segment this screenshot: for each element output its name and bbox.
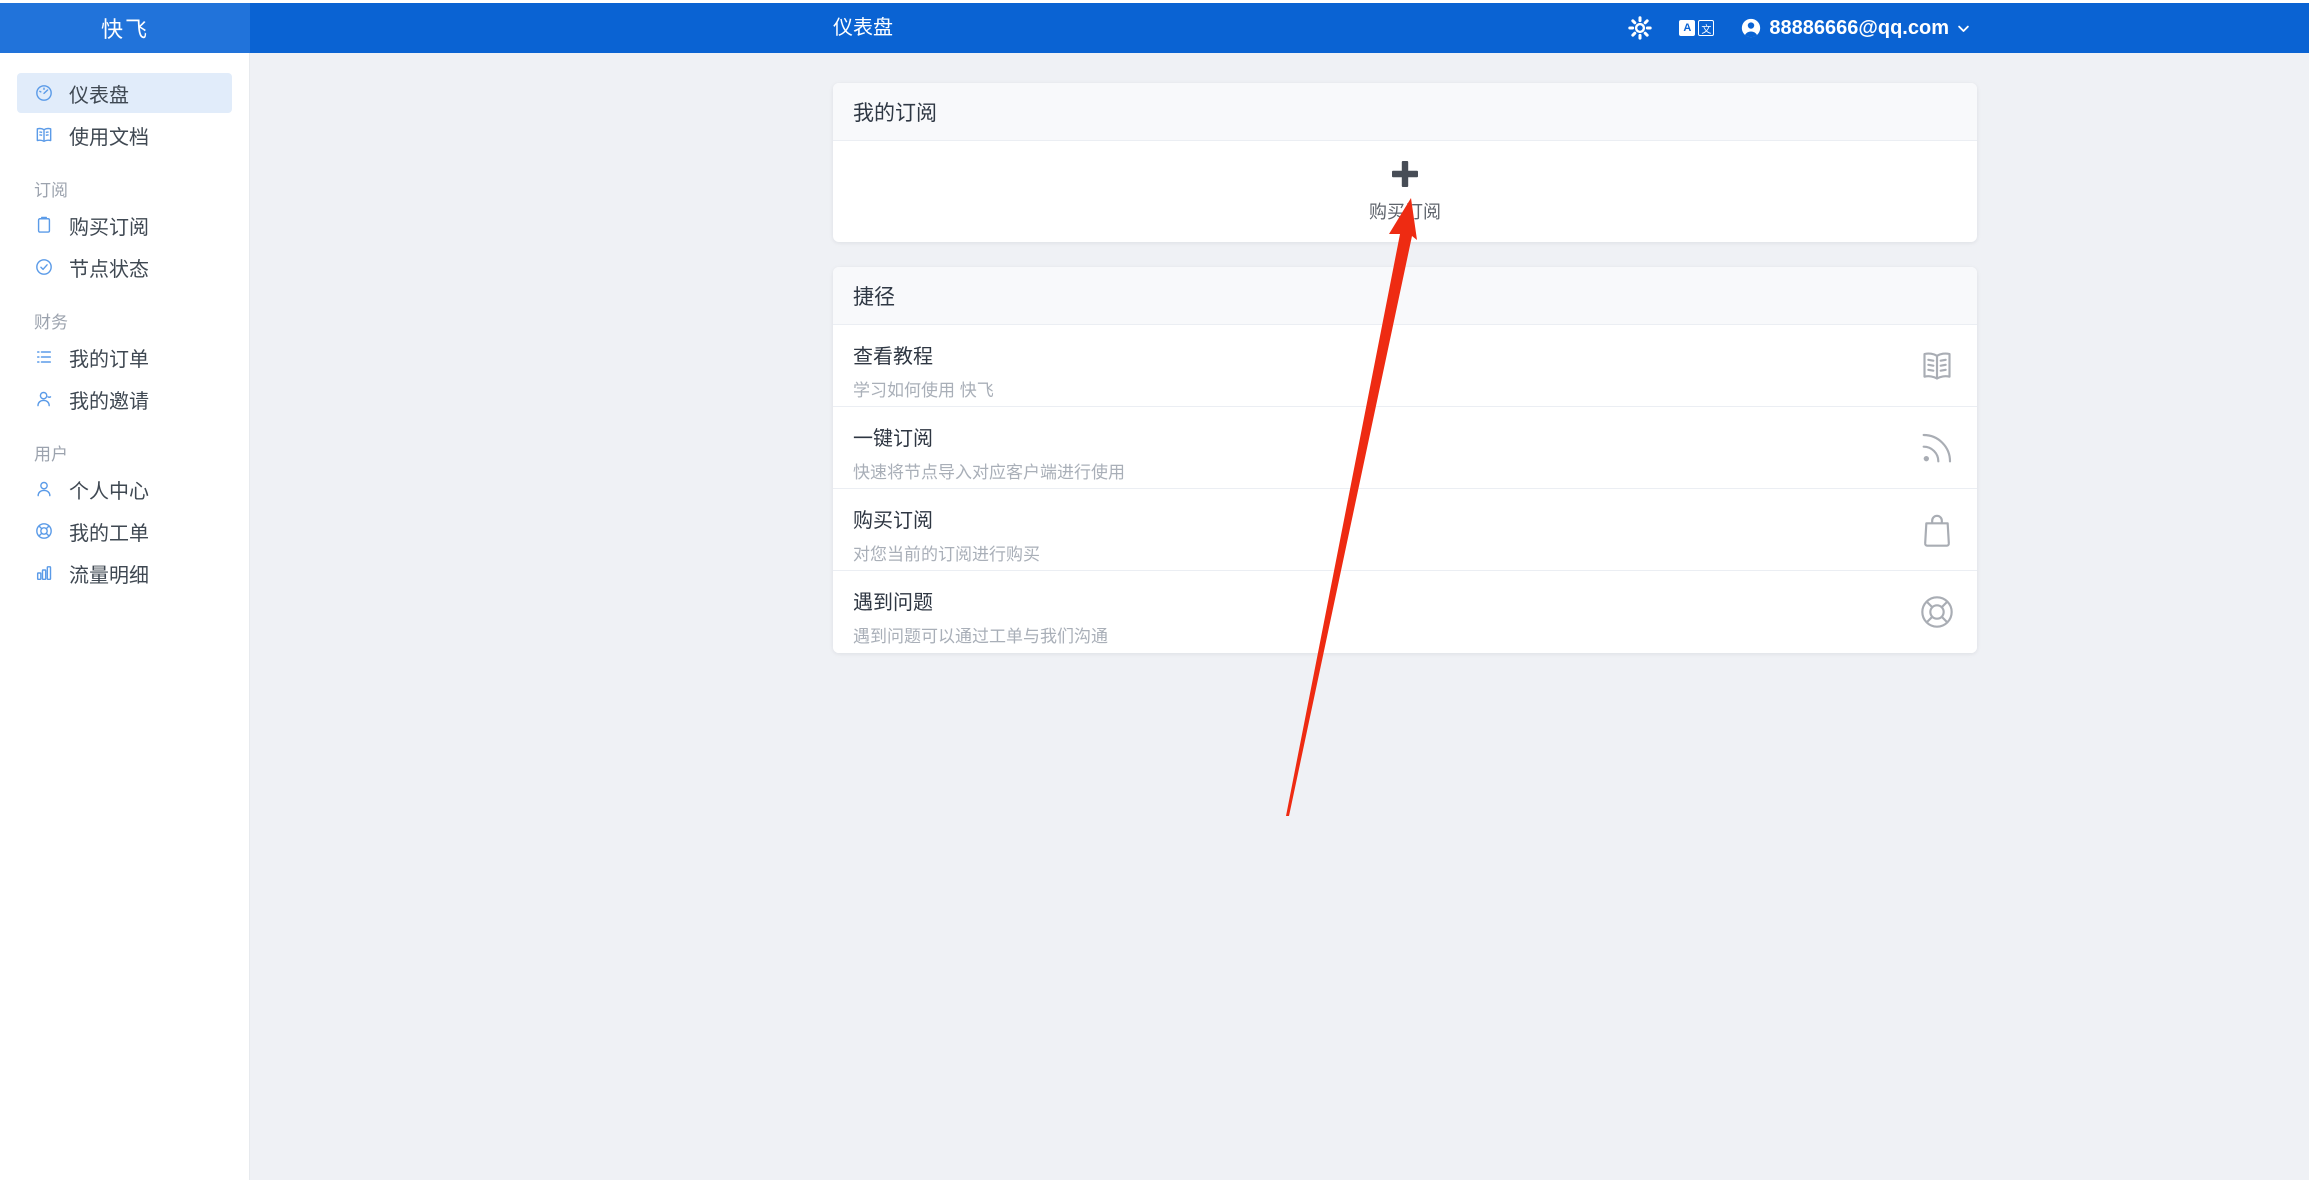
shortcut-subtitle: 学习如何使用 快飞 <box>853 376 1957 401</box>
sidebar-item-buy-subscription[interactable]: 购买订阅 <box>17 205 232 245</box>
dashboard-icon <box>34 83 54 103</box>
shortcut-title: 查看教程 <box>853 340 1957 369</box>
page-title: 仪表盘 <box>833 3 893 53</box>
sidebar-item-label: 我的工单 <box>69 517 149 546</box>
shortcut-title: 遇到问题 <box>853 586 1957 615</box>
shortcut-title: 购买订阅 <box>853 504 1957 533</box>
invite-person-icon <box>34 389 54 409</box>
lifebuoy-icon <box>34 521 54 541</box>
shortcut-subtitle: 遇到问题可以通过工单与我们沟通 <box>853 622 1957 647</box>
clipboard-icon <box>34 215 54 235</box>
settings-gear-icon[interactable] <box>1627 15 1653 41</box>
sidebar-section-user: 用户 <box>34 445 249 465</box>
app-window: 快飞 仪表盘 A 文 <box>0 0 2309 1180</box>
buy-subscription-label: 购买订阅 <box>1369 198 1441 224</box>
bar-chart-icon <box>34 563 54 583</box>
language-icon[interactable]: A 文 <box>1679 20 1714 36</box>
person-icon <box>34 479 54 499</box>
check-circle-icon <box>34 257 54 277</box>
subscription-card-title: 我的订阅 <box>833 83 1977 141</box>
shortcuts-card-title: 捷径 <box>833 267 1977 325</box>
app-logo: 快飞 <box>0 3 250 53</box>
shopping-bag-icon <box>1917 510 1957 555</box>
sidebar: 仪表盘 使用文档 订阅 购买订阅 <box>0 53 250 1180</box>
sidebar-item-label: 流量明细 <box>69 559 149 588</box>
rss-icon <box>1917 428 1957 473</box>
app-header: 快飞 仪表盘 A 文 <box>0 3 2309 53</box>
shortcut-view-tutorial[interactable]: 查看教程 学习如何使用 快飞 <box>833 325 1977 407</box>
shortcuts-card: 捷径 查看教程 学习如何使用 快飞 一键订阅 快速将节点导入对应客户端进行使用 <box>833 267 1977 653</box>
sidebar-nav: 仪表盘 使用文档 订阅 购买订阅 <box>0 53 249 593</box>
main-content: 我的订阅 购买订阅 捷径 查看教程 学习如何使用 快飞 <box>251 53 2309 1180</box>
sidebar-item-my-orders[interactable]: 我的订单 <box>17 337 232 377</box>
sidebar-item-label: 我的邀请 <box>69 385 149 414</box>
sidebar-item-docs[interactable]: 使用文档 <box>17 115 232 155</box>
shortcut-title: 一键订阅 <box>853 422 1957 451</box>
sidebar-item-profile[interactable]: 个人中心 <box>17 469 232 509</box>
sidebar-item-dashboard[interactable]: 仪表盘 <box>17 73 232 113</box>
sidebar-section-subscription: 订阅 <box>34 181 249 201</box>
sidebar-section-finance: 财务 <box>34 313 249 333</box>
order-list-icon <box>34 347 54 367</box>
open-book-icon <box>1917 346 1957 391</box>
language-secondary-glyph: 文 <box>1698 20 1714 36</box>
language-primary-glyph: A <box>1679 20 1695 36</box>
sidebar-item-traffic-details[interactable]: 流量明细 <box>17 553 232 593</box>
user-menu[interactable]: 88886666@qq.com <box>1740 17 1971 40</box>
chevron-down-icon <box>1956 21 1971 36</box>
shortcut-subtitle: 对您当前的订阅进行购买 <box>853 540 1957 565</box>
docs-book-icon <box>34 125 54 145</box>
user-avatar-icon <box>1740 17 1762 39</box>
lifebuoy-icon <box>1917 592 1957 637</box>
sidebar-item-label: 购买订阅 <box>69 211 149 240</box>
sidebar-item-label: 我的订单 <box>69 343 149 372</box>
shortcut-buy-subscription[interactable]: 购买订阅 对您当前的订阅进行购买 <box>833 489 1977 571</box>
shortcut-subtitle: 快速将节点导入对应客户端进行使用 <box>853 458 1957 483</box>
shortcut-one-click-subscribe[interactable]: 一键订阅 快速将节点导入对应客户端进行使用 <box>833 407 1977 489</box>
sidebar-item-label: 个人中心 <box>69 475 149 504</box>
sidebar-item-my-invites[interactable]: 我的邀请 <box>17 379 232 419</box>
shortcut-report-problem[interactable]: 遇到问题 遇到问题可以通过工单与我们沟通 <box>833 571 1977 653</box>
sidebar-item-node-status[interactable]: 节点状态 <box>17 247 232 287</box>
sidebar-item-my-tickets[interactable]: 我的工单 <box>17 511 232 551</box>
sidebar-item-label: 仪表盘 <box>69 79 129 108</box>
sidebar-item-label: 节点状态 <box>69 253 149 282</box>
subscription-card: 我的订阅 购买订阅 <box>833 83 1977 242</box>
plus-icon <box>1390 159 1420 189</box>
header-actions: A 文 88886666@qq.com <box>1627 3 1971 53</box>
sidebar-item-label: 使用文档 <box>69 121 149 150</box>
user-email: 88886666@qq.com <box>1769 17 1949 40</box>
buy-subscription-button[interactable]: 购买订阅 <box>833 141 1977 241</box>
